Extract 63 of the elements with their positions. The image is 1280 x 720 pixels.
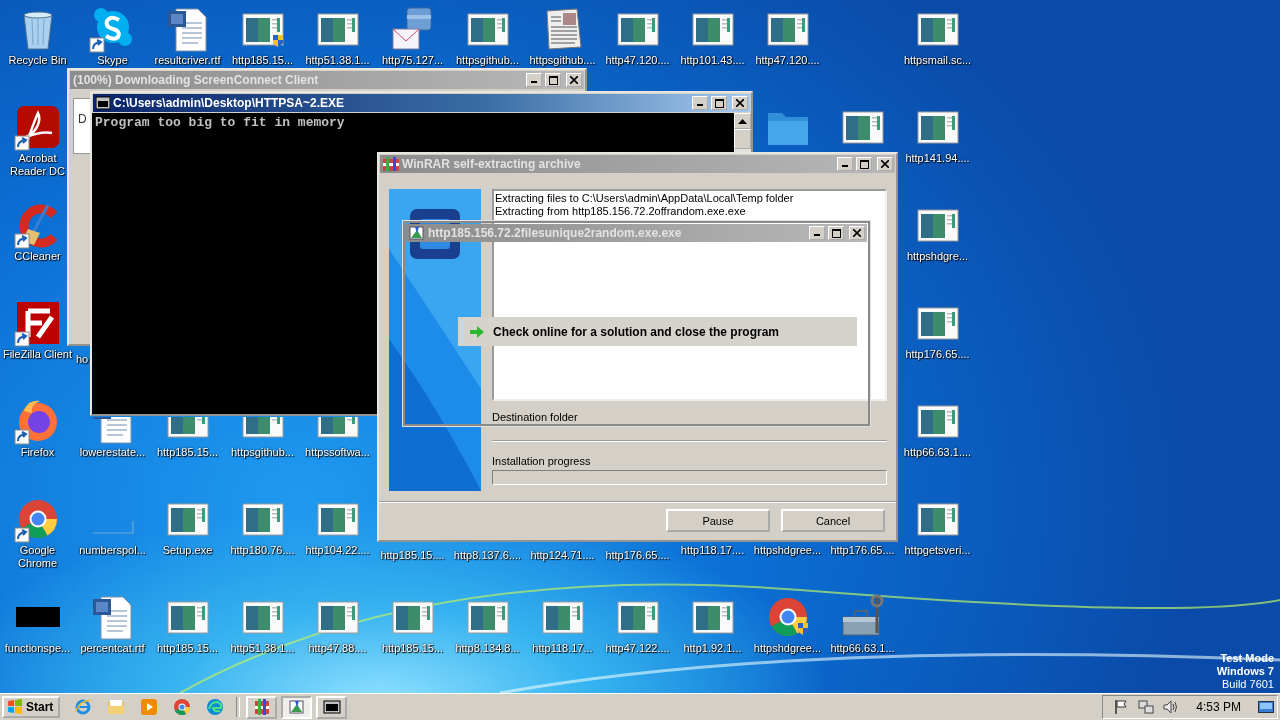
icon-label[interactable]: Google Chrome — [0, 544, 75, 570]
icon-label[interactable]: httpsgithub.... — [529, 54, 596, 67]
icon-label[interactable]: Skype — [97, 54, 128, 67]
system-text: Build 7601 — [1222, 678, 1274, 691]
icon-label[interactable]: httpssoftwa... — [305, 446, 370, 459]
icon-label[interactable]: httpsgithub... — [456, 54, 519, 67]
dialog-button[interactable]: Pause — [666, 509, 770, 532]
icon-label[interactable]: http47.120.... — [755, 54, 820, 67]
icon-label[interactable]: http185.15... — [231, 54, 294, 67]
icon-label[interactable]: Firefox — [20, 446, 55, 459]
icon-label[interactable]: http185.15... — [156, 642, 219, 655]
icon-label[interactable]: http47.122.... — [605, 642, 670, 655]
window-title: http185.156.72.2filesunique2random.exe.exe — [428, 226, 683, 240]
start-button[interactable]: Start — [2, 696, 61, 718]
icon-label[interactable]: httpshdgree... — [753, 642, 822, 655]
icon-label[interactable]: http101.43.... — [680, 54, 745, 67]
field-label: Destination folder — [492, 410, 579, 424]
field-label: Installation progress — [492, 454, 592, 468]
icon-label[interactable]: http66.63.1.... — [903, 446, 972, 459]
icon-label[interactable]: http124.71.... — [530, 549, 595, 562]
window-title: WinRAR self-extracting archive — [402, 157, 582, 171]
icon-label[interactable]: http51.38.1... — [305, 54, 370, 67]
window-title: C:\Users\admin\Desktop\HTTPSA~2.EXE — [113, 96, 346, 110]
icon-label[interactable]: http104.22.... — [305, 544, 370, 557]
clock[interactable]: 4:53 PM — [1196, 700, 1241, 714]
log-line: Extracting from http185.156.72.2offrandom.exe.exe — [495, 205, 747, 218]
icon-label[interactable]: http8.137.6.... — [453, 549, 522, 562]
icon-label[interactable]: http176.65.... — [605, 549, 670, 562]
icon-label[interactable]: http141.94.... — [905, 152, 970, 165]
window-title: (100%) Downloading ScreenConnect Client — [73, 73, 320, 87]
icon-label[interactable]: resultcriver.rtf — [154, 54, 221, 67]
icon-label[interactable]: http118.17.... — [680, 544, 745, 557]
dialog-button[interactable]: Cancel — [781, 509, 885, 532]
icon-label[interactable]: http185.15... — [156, 446, 219, 459]
icon-label[interactable]: httpsgithub... — [231, 446, 294, 459]
icon-label[interactable]: http176.65.... — [905, 348, 970, 361]
icon-label[interactable]: http75.127... — [381, 54, 444, 67]
menu-option[interactable]: Check online for a solution and close the program — [458, 317, 857, 346]
icon-label[interactable]: http180.76.... — [230, 544, 295, 557]
icon-label[interactable]: http185.15.... — [380, 549, 445, 562]
icon-label[interactable]: http176.65.... — [830, 544, 895, 557]
icon-label[interactable]: httpshdgree... — [753, 544, 822, 557]
log-line: Extracting files to C:\Users\admin\AppData\Local\Temp folder — [495, 192, 795, 205]
icon-label[interactable]: FileZilla Client — [2, 348, 73, 361]
icon-label[interactable]: httpgetsveri... — [904, 544, 971, 557]
icon-label[interactable]: Setup.exe — [162, 544, 213, 557]
system-text: Windows 7 — [1216, 665, 1274, 678]
icon-label[interactable]: lowerestate... — [79, 446, 146, 459]
icon-label[interactable]: CCleaner — [14, 250, 61, 263]
icon-label[interactable]: ho — [76, 353, 89, 366]
icon-label[interactable]: http1.92.1... — [683, 642, 742, 655]
icon-label[interactable]: http66.63.1... — [830, 642, 895, 655]
system-text: Test Mode — [1220, 652, 1274, 665]
icon-label[interactable]: Recycle Bin — [8, 54, 67, 67]
icon-label[interactable]: percentcat.rtf — [80, 642, 145, 655]
icon-label[interactable]: httpsmail.sc... — [903, 54, 972, 67]
dialog-text: D — [78, 112, 87, 126]
icon-label[interactable]: functionspe... — [4, 642, 71, 655]
icon-label[interactable]: numberspol... — [79, 544, 146, 557]
icon-label[interactable]: http47.120.... — [605, 54, 670, 67]
icon-label[interactable]: Acrobat Reader DC — [8, 152, 67, 178]
console-text: Program too big to fit in memory — [95, 115, 346, 130]
icon-label[interactable]: httpshdgre... — [906, 250, 969, 263]
